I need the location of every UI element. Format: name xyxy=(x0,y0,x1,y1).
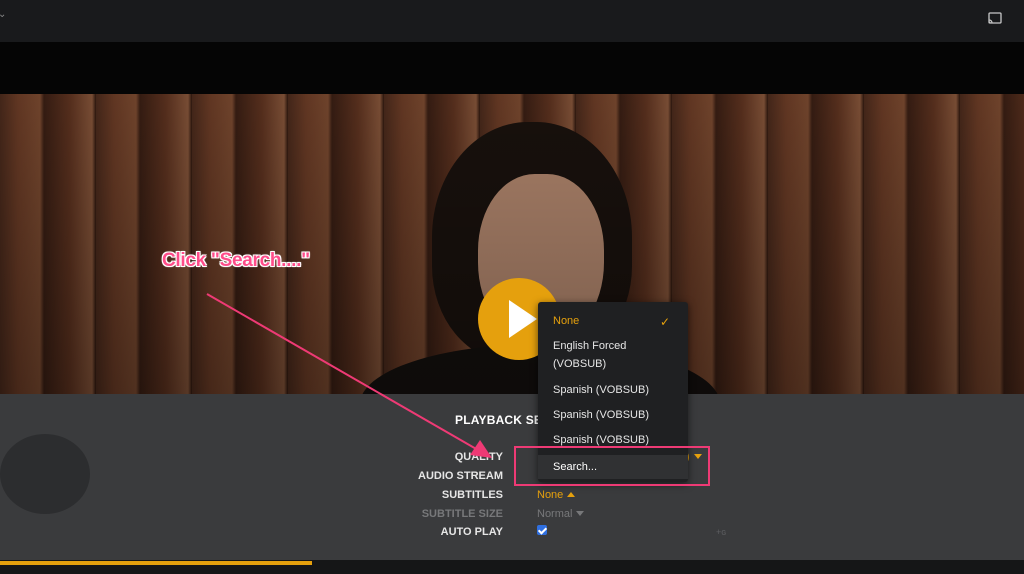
auto-play-label: AUTO PLAY xyxy=(440,526,503,538)
auto-play-checkbox[interactable] xyxy=(537,525,547,535)
chevron-down-icon xyxy=(576,511,585,516)
check-icon: ✓ xyxy=(660,315,671,329)
panel-title: PLAYBACK SE xyxy=(455,413,543,427)
audio-stream-label: AUDIO STREAM xyxy=(418,470,503,482)
dropdown-item-none[interactable]: None ✓ xyxy=(538,312,688,330)
dropdown-item-spanish-1[interactable]: Spanish (VOBSUB) xyxy=(538,381,688,399)
background-object xyxy=(0,434,90,514)
letterbox-band xyxy=(0,42,1024,94)
play-icon xyxy=(509,300,537,338)
faint-icon: +ɢ xyxy=(716,527,727,537)
quality-label: QUALITY xyxy=(454,451,503,463)
annotation-highlight-box xyxy=(514,446,710,486)
annotation-text: Click "Search...." xyxy=(162,250,310,271)
dropdown-item-english-forced[interactable]: English Forced (VOBSUB) xyxy=(538,337,668,373)
chevron-down-icon[interactable]: ⌄ xyxy=(0,9,6,20)
dropdown-item-spanish-2[interactable]: Spanish (VOBSUB) xyxy=(538,406,688,424)
chevron-up-icon xyxy=(567,492,576,497)
subtitles-label: SUBTITLES xyxy=(441,489,503,501)
cast-icon[interactable] xyxy=(988,12,1002,24)
progress-fill xyxy=(0,561,313,565)
subtitle-size-label: SUBTITLE SIZE xyxy=(421,508,503,520)
subtitles-select[interactable]: None xyxy=(537,489,576,501)
subtitle-size-select[interactable]: Normal xyxy=(537,508,585,520)
top-bar: ⌄ xyxy=(0,0,1024,42)
